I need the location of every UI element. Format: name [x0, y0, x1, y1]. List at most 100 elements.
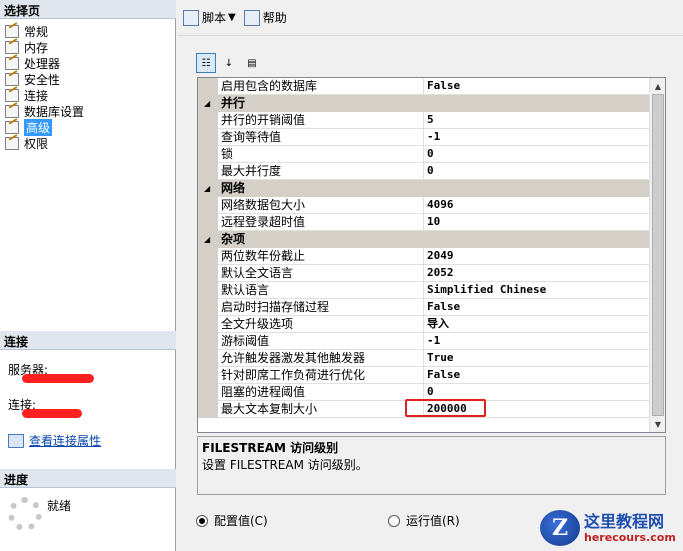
nav-item-memory[interactable]: 内存	[4, 39, 48, 55]
grid-row[interactable]: 并行的开销阈值 5	[198, 112, 650, 129]
category-label: 并行	[221, 96, 246, 110]
property-value[interactable]: 10	[424, 214, 650, 231]
wrench-page-icon	[4, 40, 20, 54]
progress-spinner-icon	[8, 497, 42, 531]
collapse-triangle-icon[interactable]: ◢	[204, 231, 210, 248]
category-parallelism[interactable]: ◢ 并行	[198, 95, 650, 112]
configured-values-label: 配置值(C)	[214, 514, 268, 528]
category-miscellaneous[interactable]: ◢ 杂项	[198, 231, 650, 248]
nav-item-label: 高级	[24, 118, 53, 136]
collapse-triangle-icon[interactable]: ◢	[204, 95, 210, 112]
script-button[interactable]: 脚本 ▼	[183, 9, 236, 26]
property-name: 默认全文语言	[218, 265, 424, 282]
grid-row[interactable]: 针对即席工作负荷进行优化 False	[198, 367, 650, 384]
row-gutter	[198, 265, 218, 282]
property-value[interactable]: -1	[424, 333, 650, 350]
scroll-thumb[interactable]	[652, 94, 664, 416]
left-pane: 选择页 常规 内存 处理器 安全性 连接 数据库设置 高级 权限 连接 服务器:…	[0, 0, 176, 551]
property-pages-icon: ▤	[247, 57, 257, 69]
script-icon	[183, 9, 199, 26]
radio-unselected-icon	[388, 514, 400, 527]
help-button[interactable]: 帮助	[243, 9, 287, 26]
category-network[interactable]: ◢ 网络	[198, 180, 650, 197]
row-gutter	[198, 112, 218, 129]
scroll-up-arrow-icon[interactable]: ▲	[650, 78, 666, 94]
nav-item-advanced[interactable]: 高级	[4, 118, 53, 136]
property-value[interactable]: 2049	[424, 248, 650, 265]
property-value[interactable]: 5	[424, 112, 650, 129]
nav-item-permissions[interactable]: 权限	[4, 135, 48, 151]
property-name: 针对即席工作负荷进行优化	[218, 367, 424, 384]
description-text: 设置 FILESTREAM 访问级别。	[202, 458, 368, 472]
nav-item-security[interactable]: 安全性	[4, 71, 60, 87]
grid-row[interactable]: 启动时扫描存储过程 False	[198, 299, 650, 316]
alphabetical-button[interactable]: ↓	[219, 53, 239, 73]
property-value[interactable]: -1	[424, 129, 650, 146]
row-gutter	[198, 146, 218, 163]
grid-row[interactable]: 两位数年份截止 2049	[198, 248, 650, 265]
script-label: 脚本	[202, 11, 227, 25]
grid-row[interactable]: 远程登录超时值 10	[198, 214, 650, 231]
row-gutter	[198, 197, 218, 214]
row-gutter	[198, 333, 218, 350]
scroll-down-arrow-icon[interactable]: ▼	[650, 416, 666, 432]
property-value[interactable]: 4096	[424, 197, 650, 214]
nav-item-database-settings[interactable]: 数据库设置	[4, 103, 84, 119]
categorized-button[interactable]: ☷	[196, 53, 216, 73]
row-gutter	[198, 78, 218, 95]
row-gutter	[198, 384, 218, 401]
toolbar: 脚本 ▼ 帮助	[177, 0, 683, 36]
property-value[interactable]: 0	[424, 146, 650, 163]
grid-row[interactable]: 默认语言 Simplified Chinese	[198, 282, 650, 299]
grid-row[interactable]: 默认全文语言 2052	[198, 265, 650, 282]
grid-row[interactable]: 允许触发器激发其他触发器 True	[198, 350, 650, 367]
redacted-server-value	[22, 374, 94, 383]
radio-selected-icon	[196, 514, 208, 527]
running-values-radio[interactable]: 运行值(R)	[388, 512, 460, 529]
property-name: 最大并行度	[218, 163, 424, 180]
property-value[interactable]: 导入	[424, 316, 650, 333]
nav-item-label: 数据库设置	[24, 104, 85, 119]
nav-item-label: 权限	[24, 136, 49, 151]
grid-row[interactable]: 全文升级选项 导入	[198, 316, 650, 333]
grid-row[interactable]: 游标阈值 -1	[198, 333, 650, 350]
property-value[interactable]: 0	[424, 163, 650, 180]
view-connection-properties-link[interactable]: 查看连接属性	[8, 432, 101, 449]
grid-row[interactable]: 查询等待值 -1	[198, 129, 650, 146]
vertical-scrollbar[interactable]: ▲ ▼	[649, 78, 665, 432]
row-gutter	[198, 129, 218, 146]
site-logo-icon: Z	[540, 510, 580, 546]
wrench-page-icon	[4, 104, 20, 118]
wrench-page-icon	[4, 24, 20, 38]
property-name: 查询等待值	[218, 129, 424, 146]
wrench-page-icon	[4, 136, 20, 150]
property-value[interactable]: False	[424, 78, 650, 95]
property-name: 启用包含的数据库	[218, 78, 424, 95]
property-value[interactable]: Simplified Chinese	[424, 282, 650, 299]
collapse-triangle-icon[interactable]: ◢	[204, 180, 210, 197]
row-gutter	[198, 163, 218, 180]
property-name: 并行的开销阈值	[218, 112, 424, 129]
property-name: 全文升级选项	[218, 316, 424, 333]
configured-values-radio[interactable]: 配置值(C)	[196, 512, 268, 529]
row-gutter	[198, 401, 218, 418]
grid-row[interactable]: 最大并行度 0	[198, 163, 650, 180]
property-value[interactable]: True	[424, 350, 650, 367]
grid-row[interactable]: 启用包含的数据库 False	[198, 78, 650, 95]
nav-item-connections[interactable]: 连接	[4, 87, 48, 103]
property-value[interactable]: False	[424, 299, 650, 316]
wrench-page-icon	[4, 72, 20, 86]
grid-row[interactable]: 锁 0	[198, 146, 650, 163]
row-gutter	[198, 367, 218, 384]
progress-status: 就绪	[47, 499, 72, 513]
property-grid-toolbar: ☷ ↓ ▤	[196, 52, 265, 74]
property-value[interactable]: False	[424, 367, 650, 384]
property-grid: 启用包含的数据库 False ◢ 并行 并行的开销阈值 5 查询等待值 -1 锁…	[197, 77, 666, 433]
nav-item-processors[interactable]: 处理器	[4, 55, 60, 71]
grid-row[interactable]: 网络数据包大小 4096	[198, 197, 650, 214]
category-label: 网络	[221, 181, 246, 195]
property-value[interactable]: 2052	[424, 265, 650, 282]
nav-item-general[interactable]: 常规	[4, 23, 48, 39]
dropdown-arrow-icon[interactable]: ▼	[228, 12, 236, 23]
property-pages-button[interactable]: ▤	[242, 53, 262, 73]
